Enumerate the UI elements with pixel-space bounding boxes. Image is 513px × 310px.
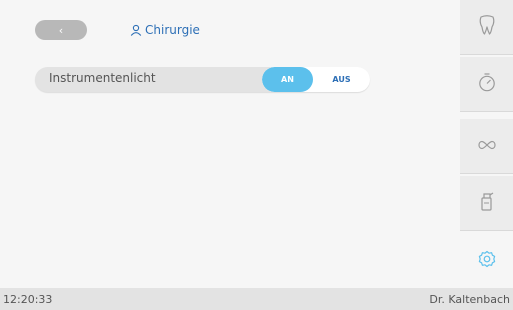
user-name: Dr. Kaltenbach (429, 293, 510, 306)
sidebar-item-settings[interactable] (460, 234, 513, 288)
sidebar-item-infinity[interactable] (460, 119, 513, 174)
timer-icon (477, 71, 497, 97)
sidebar-item-tooth[interactable] (460, 0, 513, 55)
gear-icon (478, 250, 496, 272)
toggle-on-option[interactable]: AN (262, 67, 313, 92)
profile-name: Chirurgie (145, 23, 200, 37)
sidebar (460, 0, 513, 288)
sidebar-item-spray[interactable] (460, 176, 513, 231)
infinity-icon (476, 137, 498, 156)
spray-bottle-icon (479, 190, 495, 216)
status-bar: 12:20:33 Dr. Kaltenbach (0, 288, 513, 310)
sidebar-item-timer[interactable] (460, 57, 513, 112)
clock-time: 12:20:33 (3, 293, 53, 306)
person-icon (130, 24, 142, 36)
tooth-icon (477, 14, 497, 40)
instrument-light-label: Instrumentenlicht (49, 71, 156, 85)
instrument-light-toggle[interactable]: AN AUS (262, 67, 370, 92)
back-button[interactable]: ‹ (35, 20, 87, 40)
main-panel: ‹ Chirurgie Instrumentenlicht AN AUS (0, 0, 460, 288)
instrument-light-row: Instrumentenlicht AN AUS (35, 67, 370, 92)
profile-header: Chirurgie (130, 22, 200, 38)
toggle-off-option[interactable]: AUS (313, 67, 370, 92)
chevron-left-icon: ‹ (58, 23, 64, 37)
